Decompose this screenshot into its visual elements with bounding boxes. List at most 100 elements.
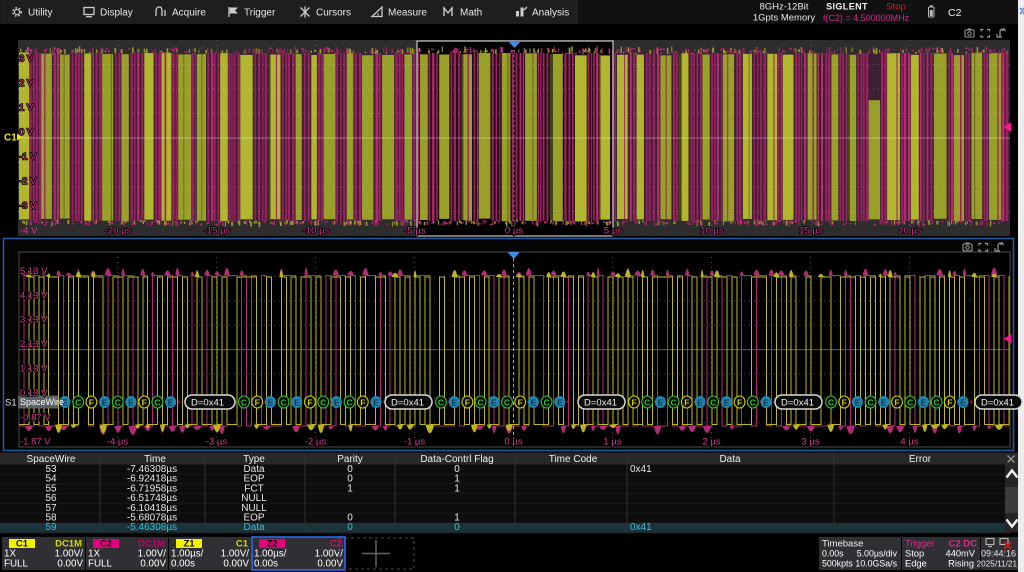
svg-text:10.0GSa/s: 10.0GSa/s: [855, 558, 897, 568]
svg-text:Data: Data: [243, 522, 265, 533]
svg-text:0x41: 0x41: [630, 464, 652, 475]
svg-text:C: C: [320, 398, 326, 408]
svg-text:C: C: [504, 398, 510, 408]
svg-text:4.13 V: 4.13 V: [20, 290, 48, 301]
svg-text:0 µs: 0 µs: [505, 226, 523, 237]
svg-text:Data: Data: [719, 454, 741, 465]
svg-text:C: C: [828, 398, 834, 408]
svg-text:-2 V: -2 V: [19, 176, 37, 187]
svg-text:5.13 V: 5.13 V: [20, 266, 48, 277]
svg-text:Trigger: Trigger: [244, 8, 276, 19]
svg-text:2 µs: 2 µs: [702, 437, 720, 448]
svg-text:Display: Display: [100, 8, 133, 19]
svg-text:0 µs: 0 µs: [504, 437, 522, 448]
svg-text:1: 1: [347, 483, 353, 494]
svg-text:E: E: [557, 398, 563, 408]
svg-text:Time Code: Time Code: [549, 454, 598, 465]
svg-text:C2: C2: [100, 539, 112, 550]
svg-text:0.00V: 0.00V: [223, 558, 249, 569]
svg-text:C: C: [750, 398, 756, 408]
svg-text:Acquire: Acquire: [172, 8, 206, 19]
svg-text:E: E: [334, 398, 340, 408]
svg-text:D=0x41: D=0x41: [781, 398, 814, 409]
svg-text:1.13 V: 1.13 V: [20, 364, 48, 375]
svg-text:-4 µs: -4 µs: [107, 437, 129, 448]
svg-text:59: 59: [45, 522, 57, 533]
svg-text:E: E: [881, 398, 887, 408]
svg-text:4 µs: 4 µs: [900, 437, 918, 448]
svg-text:-3 µs: -3 µs: [206, 437, 228, 448]
svg-text:D=0x41: D=0x41: [981, 398, 1014, 409]
svg-text:C: C: [241, 398, 247, 408]
svg-text:2.13 V: 2.13 V: [20, 339, 48, 350]
svg-text:C: C: [438, 398, 444, 408]
svg-text:Analysis: Analysis: [532, 8, 569, 19]
svg-text:3 µs: 3 µs: [801, 437, 819, 448]
svg-text:1: 1: [454, 483, 460, 494]
svg-text:C: C: [478, 398, 484, 408]
svg-text:Utility: Utility: [28, 8, 52, 19]
svg-text:F: F: [89, 398, 94, 408]
svg-text:D=0x41: D=0x41: [391, 398, 424, 409]
svg-text:S1: S1: [5, 398, 17, 409]
svg-text:-1.87 V: -1.87 V: [20, 437, 51, 448]
svg-text:-0.87 V: -0.87 V: [20, 412, 51, 423]
svg-text:E: E: [763, 398, 769, 408]
svg-text:E: E: [491, 398, 497, 408]
svg-text:E: E: [724, 398, 730, 408]
svg-text:F: F: [465, 398, 470, 408]
svg-text:E: E: [697, 398, 703, 408]
svg-text:-15 µs: -15 µs: [204, 226, 231, 237]
svg-text:-1 µs: -1 µs: [404, 437, 426, 448]
svg-text:E: E: [294, 398, 300, 408]
svg-text:E: E: [658, 398, 664, 408]
svg-text:C1: C1: [16, 539, 29, 550]
svg-text:C: C: [115, 398, 121, 408]
svg-text:C: C: [710, 398, 716, 408]
svg-text:E: E: [921, 398, 927, 408]
svg-text:Measure: Measure: [388, 8, 427, 19]
svg-text:C: C: [644, 398, 650, 408]
svg-text:E: E: [960, 398, 966, 408]
svg-text:F: F: [518, 398, 523, 408]
svg-text:-4 V: -4 V: [20, 226, 38, 237]
svg-text:Error: Error: [909, 454, 932, 465]
svg-text:-3 V: -3 V: [19, 201, 37, 212]
svg-text:0.00s: 0.00s: [822, 548, 844, 558]
svg-text:C: C: [154, 398, 160, 408]
svg-text:E: E: [855, 398, 861, 408]
svg-text:C: C: [934, 398, 940, 408]
svg-text:0.13 V: 0.13 V: [20, 388, 48, 399]
svg-text:09:44:16: 09:44:16: [981, 548, 1016, 558]
svg-text:D=0x41: D=0x41: [191, 398, 224, 409]
svg-text:C: C: [281, 398, 287, 408]
svg-text:Rising: Rising: [948, 558, 974, 568]
svg-text:E: E: [268, 398, 274, 408]
svg-text:f(C2) = 4.500000MHz: f(C2) = 4.500000MHz: [823, 13, 910, 23]
svg-text:F: F: [360, 398, 365, 408]
svg-text:E: E: [128, 398, 134, 408]
svg-text:C: C: [75, 398, 81, 408]
svg-text:0.00s: 0.00s: [254, 558, 278, 569]
svg-text:E: E: [531, 398, 537, 408]
svg-text:0: 0: [454, 522, 460, 533]
svg-text:Edge: Edge: [905, 558, 927, 568]
svg-text:FULL: FULL: [88, 558, 113, 569]
svg-text:F: F: [307, 398, 312, 408]
svg-text:E: E: [168, 398, 174, 408]
svg-text:0.00V: 0.00V: [140, 558, 166, 569]
svg-text:1 V: 1 V: [19, 103, 34, 114]
svg-text:C: C: [868, 398, 874, 408]
svg-text:Cursors: Cursors: [316, 8, 351, 19]
svg-text:C: C: [907, 398, 913, 408]
svg-text:2025/11/21: 2025/11/21: [977, 559, 1018, 568]
svg-text:FULL: FULL: [4, 558, 29, 569]
svg-text:C: C: [544, 398, 550, 408]
svg-text:10 µs: 10 µs: [700, 226, 724, 237]
svg-text:-2 µs: -2 µs: [305, 437, 327, 448]
svg-text:D=0x41: D=0x41: [584, 398, 617, 409]
svg-text:-1 V: -1 V: [19, 152, 37, 163]
svg-text:-5.46308µs: -5.46308µs: [127, 522, 177, 533]
svg-text:0.00V: 0.00V: [317, 558, 343, 569]
svg-text:F: F: [255, 398, 260, 408]
